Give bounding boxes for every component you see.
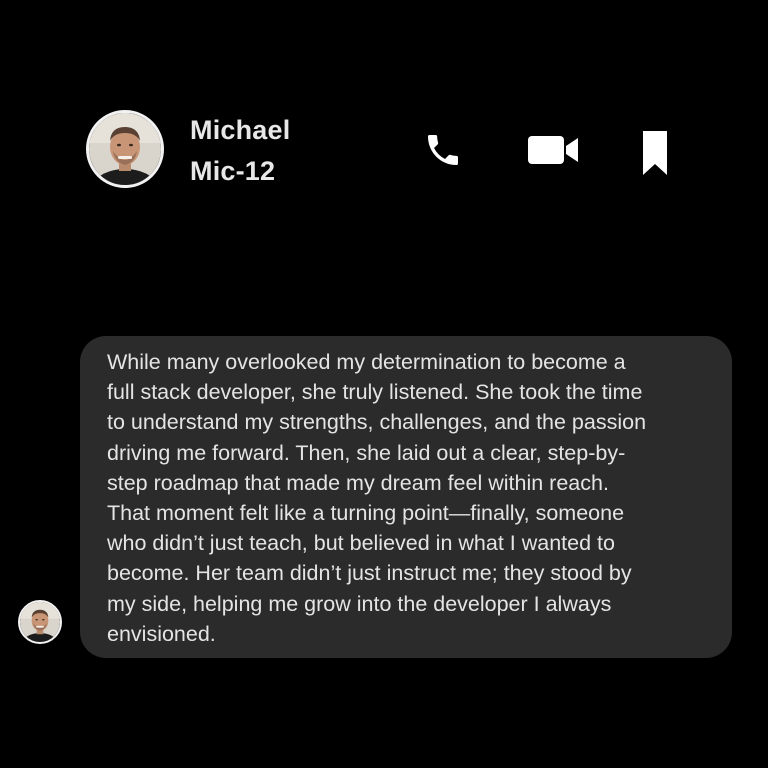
phone-icon (428, 135, 458, 165)
message-bubble[interactable]: While many overlooked my determination t… (80, 336, 732, 658)
call-button[interactable] (420, 128, 466, 172)
contact-avatar[interactable] (86, 110, 164, 188)
message-text: While many overlooked my determination t… (107, 350, 647, 646)
video-camera-icon (528, 136, 578, 164)
message-sender-avatar (18, 600, 62, 644)
bookmark-icon (643, 131, 667, 175)
avatar-photo (20, 602, 60, 642)
avatar-photo (89, 113, 161, 185)
video-call-button[interactable] (526, 132, 580, 168)
chat-header: Michael Mic-12 (0, 0, 768, 300)
bookmark-button[interactable] (638, 128, 672, 178)
contact-name: Michael (190, 115, 291, 145)
contact-handle: Mic-12 (190, 156, 276, 186)
